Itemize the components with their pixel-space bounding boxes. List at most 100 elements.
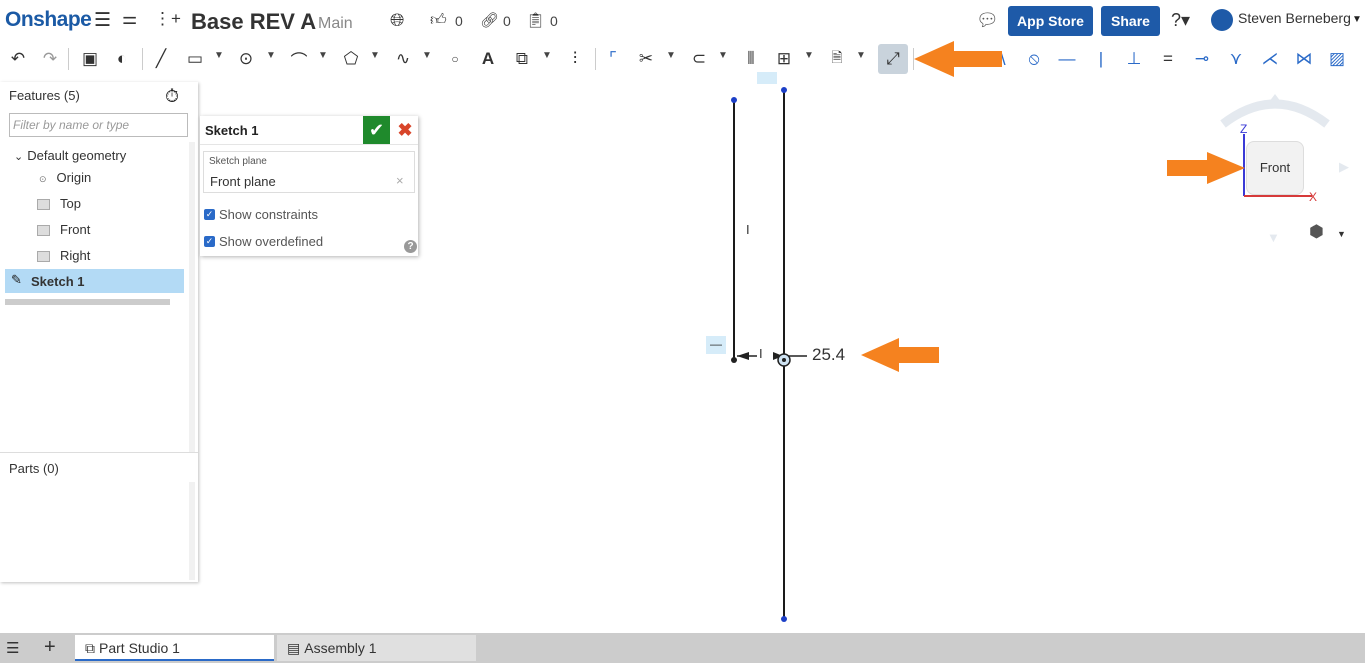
checkbox-checked-icon[interactable]: ✓: [204, 209, 215, 221]
link-icon[interactable]: 🔗︎: [480, 11, 499, 29]
polygon-icon[interactable]: ⬠: [339, 46, 363, 72]
view-rotate-arc[interactable]: [1215, 90, 1335, 130]
view-mode-chevron-icon[interactable]: ▼: [1337, 229, 1346, 239]
tree-item-right[interactable]: Right: [37, 248, 90, 263]
concentric-icon[interactable]: ⦸: [1022, 46, 1046, 72]
spline-icon[interactable]: ∿: [391, 46, 415, 72]
arc-icon[interactable]: ⌒: [287, 46, 311, 72]
default-geometry-node[interactable]: ⌄ Default geometry: [14, 148, 126, 163]
vertical-icon[interactable]: |: [1089, 46, 1113, 72]
vertical-scrollbar[interactable]: [189, 142, 195, 452]
sketch-endpoint[interactable]: [731, 97, 737, 103]
user-menu-chevron-icon[interactable]: ▼: [1352, 14, 1362, 25]
feature-filter-input[interactable]: Filter by name or type: [9, 113, 188, 137]
comment-icon[interactable]: 💬︎: [976, 10, 999, 31]
linear-pattern-icon[interactable]: ⫴: [739, 46, 763, 72]
view-right-arrow-icon[interactable]: ▶: [1339, 159, 1349, 175]
app-store-button[interactable]: App Store: [1008, 6, 1093, 36]
divider: [0, 452, 198, 453]
rectangle-icon[interactable]: ▭: [183, 46, 207, 72]
tree-item-top[interactable]: Top: [37, 196, 81, 211]
trim-dropdown-icon[interactable]: ▼: [666, 50, 676, 61]
fillet-icon[interactable]: ⌜: [601, 46, 625, 72]
intersect-icon[interactable]: ◐: [110, 46, 134, 72]
document-title[interactable]: Base REV A: [191, 9, 316, 35]
rollback-timer-icon[interactable]: ⏱︎: [165, 86, 179, 107]
dimension-arrows[interactable]: [735, 348, 810, 368]
show-overdefined-checkbox[interactable]: ✓ Show overdefined: [204, 233, 323, 251]
point-icon[interactable]: ○: [443, 46, 467, 72]
show-constraints-checkbox[interactable]: ✓ Show constraints: [204, 206, 318, 224]
parts-scrollbar[interactable]: [189, 482, 195, 580]
rectangle-dropdown-icon[interactable]: ▼: [214, 50, 224, 61]
insert-icon[interactable]: ⋮+: [154, 9, 181, 29]
clear-plane-icon[interactable]: ×: [396, 173, 404, 188]
share-button[interactable]: Share: [1101, 6, 1160, 36]
tab-assembly-1[interactable]: ▤ Assembly 1: [277, 635, 476, 661]
undo-icon[interactable]: ↶: [6, 46, 30, 72]
onshape-logo[interactable]: Onshape: [5, 8, 92, 32]
symmetric-icon[interactable]: ⋈: [1292, 46, 1316, 72]
tree-item-front[interactable]: Front: [37, 222, 90, 237]
feature-list-icon[interactable]: ⚌: [122, 9, 137, 29]
tab-manager-icon[interactable]: ☰: [6, 639, 19, 657]
tangent-icon[interactable]: ⋎: [1224, 46, 1248, 72]
tree-item-sketch-1[interactable]: ✎ Sketch 1: [5, 269, 184, 293]
tab-part-studio-1[interactable]: ⧉ Part Studio 1: [75, 635, 274, 661]
polygon-dropdown-icon[interactable]: ▼: [370, 50, 380, 61]
checkbox-checked-icon[interactable]: ✓: [204, 236, 215, 248]
user-name[interactable]: Steven Berneberg: [1238, 10, 1351, 26]
menu-icon[interactable]: ☰: [94, 9, 111, 32]
spline-dropdown-icon[interactable]: ▼: [422, 50, 432, 61]
perpendicular-icon[interactable]: ⊥: [1122, 46, 1146, 72]
sketch-line-left[interactable]: [733, 100, 735, 360]
sketch-endpoint[interactable]: [781, 87, 787, 93]
redo-icon[interactable]: ↷: [38, 46, 62, 72]
line-icon[interactable]: ╱: [149, 46, 173, 72]
help-icon[interactable]: ?▾: [1171, 10, 1190, 31]
horizontal-icon[interactable]: —: [1055, 46, 1079, 72]
globe-icon[interactable]: 🌐︎: [390, 10, 404, 31]
dxf-import-icon[interactable]: 🗎: [825, 46, 849, 72]
sketch-endpoint[interactable]: [781, 616, 787, 622]
constraint-marker[interactable]: [757, 72, 777, 84]
circular-pattern-icon[interactable]: ⊞: [772, 46, 796, 72]
vertical-constraint-icon[interactable]: I: [746, 222, 750, 237]
fix-icon[interactable]: ▨: [1325, 46, 1349, 72]
dimension-value[interactable]: 25.4: [812, 345, 845, 365]
cancel-button[interactable]: ✖: [396, 118, 414, 142]
extend-icon[interactable]: ⊂: [687, 46, 711, 72]
text-icon[interactable]: A: [476, 46, 500, 72]
plane-icon: [37, 225, 50, 237]
offset-dropdown-icon[interactable]: ▼: [542, 50, 552, 61]
pattern-dropdown-icon[interactable]: ▼: [804, 50, 814, 61]
add-tab-icon[interactable]: +: [44, 636, 56, 659]
use-icon[interactable]: ▣: [78, 46, 102, 72]
trim-icon[interactable]: ✂: [634, 46, 658, 72]
extend-dropdown-icon[interactable]: ▼: [718, 50, 728, 61]
circle-dropdown-icon[interactable]: ▼: [266, 50, 276, 61]
arc-dropdown-icon[interactable]: ▼: [318, 50, 328, 61]
branch-name[interactable]: Main: [318, 15, 353, 33]
view-down-arrow-icon[interactable]: ▼: [1267, 230, 1280, 245]
offset-icon[interactable]: ⧉: [510, 46, 534, 72]
normal-icon[interactable]: ⋌: [1258, 46, 1282, 72]
accept-button[interactable]: ✔: [363, 116, 390, 144]
import-dropdown-icon[interactable]: ▼: [856, 50, 866, 61]
chevron-down-icon[interactable]: ⌄: [14, 151, 23, 163]
circle-icon[interactable]: ⊙: [234, 46, 258, 72]
dimension-icon[interactable]: ⤢: [878, 44, 908, 74]
mirror-icon[interactable]: ⫶: [563, 46, 587, 72]
midpoint-icon[interactable]: ⊸: [1190, 46, 1214, 72]
axis-z-label: Z: [1240, 122, 1248, 136]
avatar[interactable]: [1211, 9, 1233, 31]
sketch-plane-field[interactable]: Sketch plane Front plane ×: [203, 151, 415, 193]
horizontal-constraint-icon[interactable]: —: [706, 336, 726, 354]
copy-icon[interactable]: 📋︎: [526, 11, 545, 29]
view-mode-cube-icon[interactable]: ⬢: [1309, 222, 1324, 242]
like-icon[interactable]: 👍︎: [430, 11, 447, 30]
horizontal-scrollbar[interactable]: [5, 299, 170, 305]
help-icon[interactable]: ?: [404, 240, 417, 253]
equal-icon[interactable]: =: [1156, 46, 1180, 72]
tree-item-origin[interactable]: ⊙ Origin: [39, 170, 91, 185]
